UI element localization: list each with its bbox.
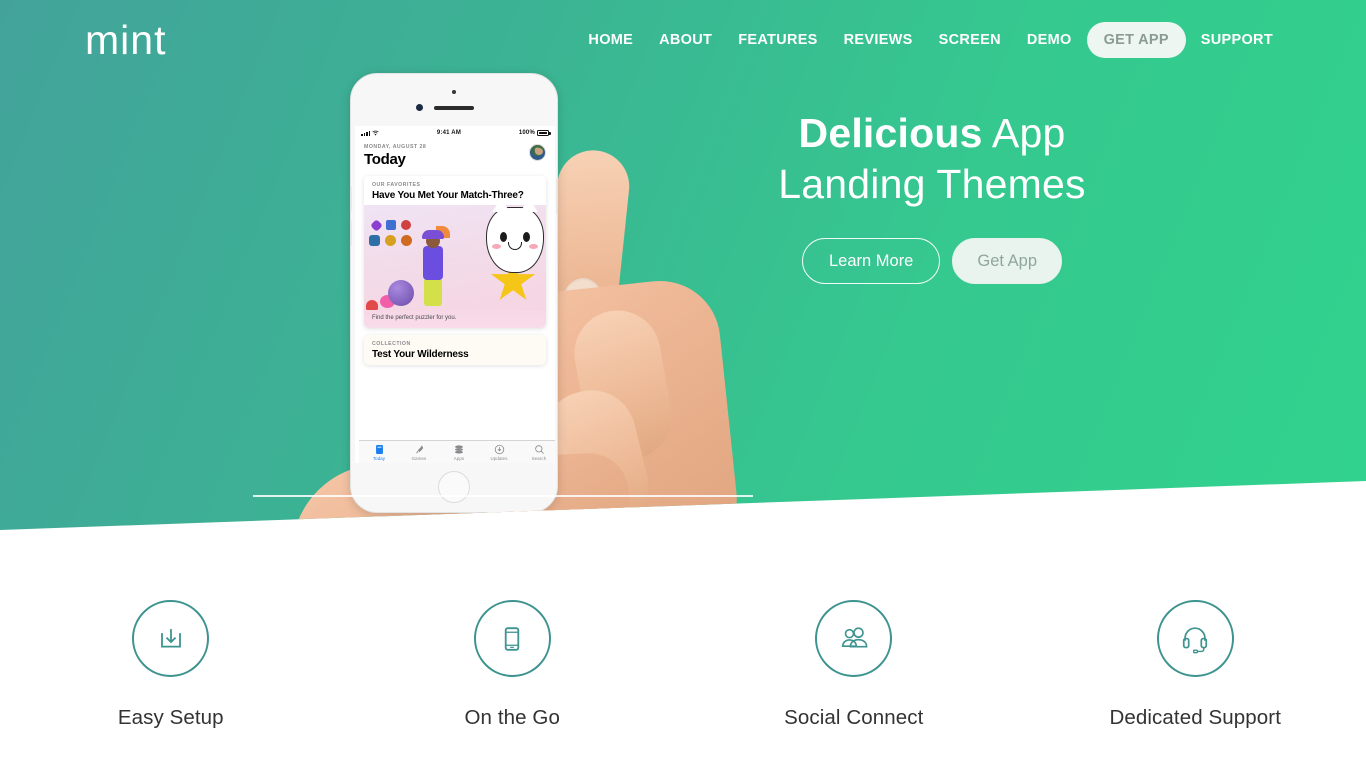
nav-item-demo[interactable]: DEMO — [1014, 25, 1085, 55]
volume-button[interactable] — [351, 186, 352, 212]
hero-title-line2: Landing Themes — [778, 161, 1086, 207]
feature-icon-circle — [1156, 600, 1234, 677]
hero-title-emphasis: Delicious — [798, 110, 983, 156]
headset-icon — [1183, 626, 1208, 653]
gem-gold-icon — [385, 235, 396, 246]
nav-item-features[interactable]: FEATURES — [725, 25, 830, 55]
home-button[interactable] — [438, 471, 470, 503]
nav-item-home[interactable]: HOME — [575, 25, 646, 55]
feature-easy-setup: Easy Setup — [0, 600, 342, 730]
today-date: MONDAY, AUGUST 28 — [364, 144, 427, 150]
volume-down-button[interactable] — [351, 220, 352, 246]
apps-stack-icon — [455, 444, 463, 454]
feature-label: Social Connect — [784, 706, 924, 729]
status-right: 100% — [518, 129, 551, 136]
smartphone-icon — [505, 626, 520, 651]
nav-item-about[interactable]: ABOUT — [646, 25, 725, 55]
featured-card-head: OUR FAVORITES Have You Met Your Match-Th… — [364, 176, 546, 205]
collection-card-kicker: COLLECTION — [372, 341, 411, 347]
learn-more-button[interactable]: Learn More — [801, 238, 941, 284]
today-icon — [375, 444, 383, 454]
get-app-button[interactable]: Get App — [952, 238, 1063, 284]
cat-mascot-icon — [486, 205, 544, 273]
mushroom-icon — [366, 300, 378, 310]
earpiece-speaker — [434, 106, 474, 110]
gem-red-icon — [401, 220, 411, 230]
today-header: MONDAY, AUGUST 28 Today — [355, 139, 555, 168]
gem-orange-icon — [401, 235, 412, 246]
features-section: Easy Setup On the Go Social Connect Dedi… — [0, 600, 1366, 730]
featured-card-title: Have You Met Your Match-Three? — [372, 190, 524, 201]
feature-icon-circle — [132, 600, 210, 677]
gem-blue-icon — [386, 220, 396, 230]
feature-label: On the Go — [464, 706, 560, 729]
logo[interactable]: mint — [85, 14, 166, 66]
app-store-tab-bar: Today Games Apps Updates Search — [359, 440, 555, 463]
tab-search-label: Search — [531, 455, 547, 461]
hero-buttons: Learn More Get App — [672, 238, 1192, 284]
tab-apps-label: Apps — [453, 455, 465, 461]
tab-today[interactable]: Today — [360, 444, 398, 461]
battery-percent: 100% — [518, 129, 535, 136]
nav-item-reviews[interactable]: REVIEWS — [831, 25, 926, 55]
avatar[interactable] — [529, 144, 546, 161]
download-icon — [494, 444, 504, 454]
signal-bars-icon — [361, 130, 370, 136]
status-bar: 9:41 AM 100% — [355, 126, 555, 139]
game-character — [416, 226, 450, 308]
hero-title-line1: Delicious App — [672, 108, 1192, 159]
feature-icon-circle — [815, 600, 893, 677]
gem-purple-icon — [370, 219, 383, 232]
nav-item-support[interactable]: SUPPORT — [1188, 25, 1286, 55]
feature-social-connect: Social Connect — [683, 600, 1025, 730]
featured-card-kicker: OUR FAVORITES — [372, 182, 421, 188]
featured-card[interactable]: OUR FAVORITES Have You Met Your Match-Th… — [364, 176, 546, 328]
tab-updates-label: Updates — [490, 455, 508, 461]
featured-card-artwork — [364, 205, 546, 310]
front-camera-icon — [416, 104, 423, 111]
phone-screen: 9:41 AM 100% MONDAY, AUGUST 28 Today OUR… — [355, 126, 555, 463]
tab-apps[interactable]: Apps — [440, 444, 478, 461]
feature-icon-circle — [473, 600, 551, 677]
feature-label: Dedicated Support — [1109, 706, 1281, 729]
tab-games-label: Games — [411, 455, 427, 461]
feature-on-the-go: On the Go — [342, 600, 684, 730]
users-icon — [841, 626, 868, 647]
hero-floor-line — [253, 495, 753, 497]
navbar: mint HOME ABOUT FEATURES REVIEWS SCREEN … — [0, 0, 1366, 74]
rocket-icon — [415, 445, 423, 453]
download-tray-icon — [160, 628, 181, 648]
tab-updates[interactable]: Updates — [480, 444, 518, 461]
tab-today-label: Today — [372, 455, 386, 461]
nav-item-get-app[interactable]: GET APP — [1086, 22, 1186, 58]
gem-teal-icon — [369, 235, 380, 246]
nav-item-screen[interactable]: SCREEN — [926, 25, 1014, 55]
status-time: 9:41 AM — [436, 129, 462, 136]
iphone-device: 9:41 AM 100% MONDAY, AUGUST 28 Today OUR… — [350, 73, 558, 513]
collection-card[interactable]: COLLECTION Test Your Wilderness — [364, 335, 546, 365]
feature-dedicated-support: Dedicated Support — [1025, 600, 1366, 730]
tab-search[interactable]: Search — [520, 444, 555, 461]
feature-label: Easy Setup — [117, 706, 224, 729]
battery-icon — [537, 129, 551, 136]
landing-page: 9:41 AM 100% MONDAY, AUGUST 28 Today OUR… — [0, 0, 1366, 768]
tab-games[interactable]: Games — [400, 444, 438, 461]
featured-card-caption: Find the perfect puzzler for you. — [364, 310, 546, 328]
power-button[interactable] — [556, 178, 557, 214]
status-left — [361, 130, 379, 136]
hero-title-rest: App — [982, 110, 1066, 156]
grapes-icon — [388, 280, 414, 306]
phone-top-bezel — [351, 74, 557, 119]
nav-links: HOME ABOUT FEATURES REVIEWS SCREEN DEMO … — [575, 22, 1286, 58]
phone-bottom-bezel — [351, 462, 557, 512]
wifi-icon — [372, 130, 379, 135]
proximity-sensor-icon — [452, 90, 456, 94]
hero-copy: Delicious App Landing Themes Learn More … — [672, 108, 1192, 284]
today-title: Today — [364, 151, 406, 168]
collection-card-title: Test Your Wilderness — [372, 349, 469, 360]
search-icon — [534, 444, 544, 454]
